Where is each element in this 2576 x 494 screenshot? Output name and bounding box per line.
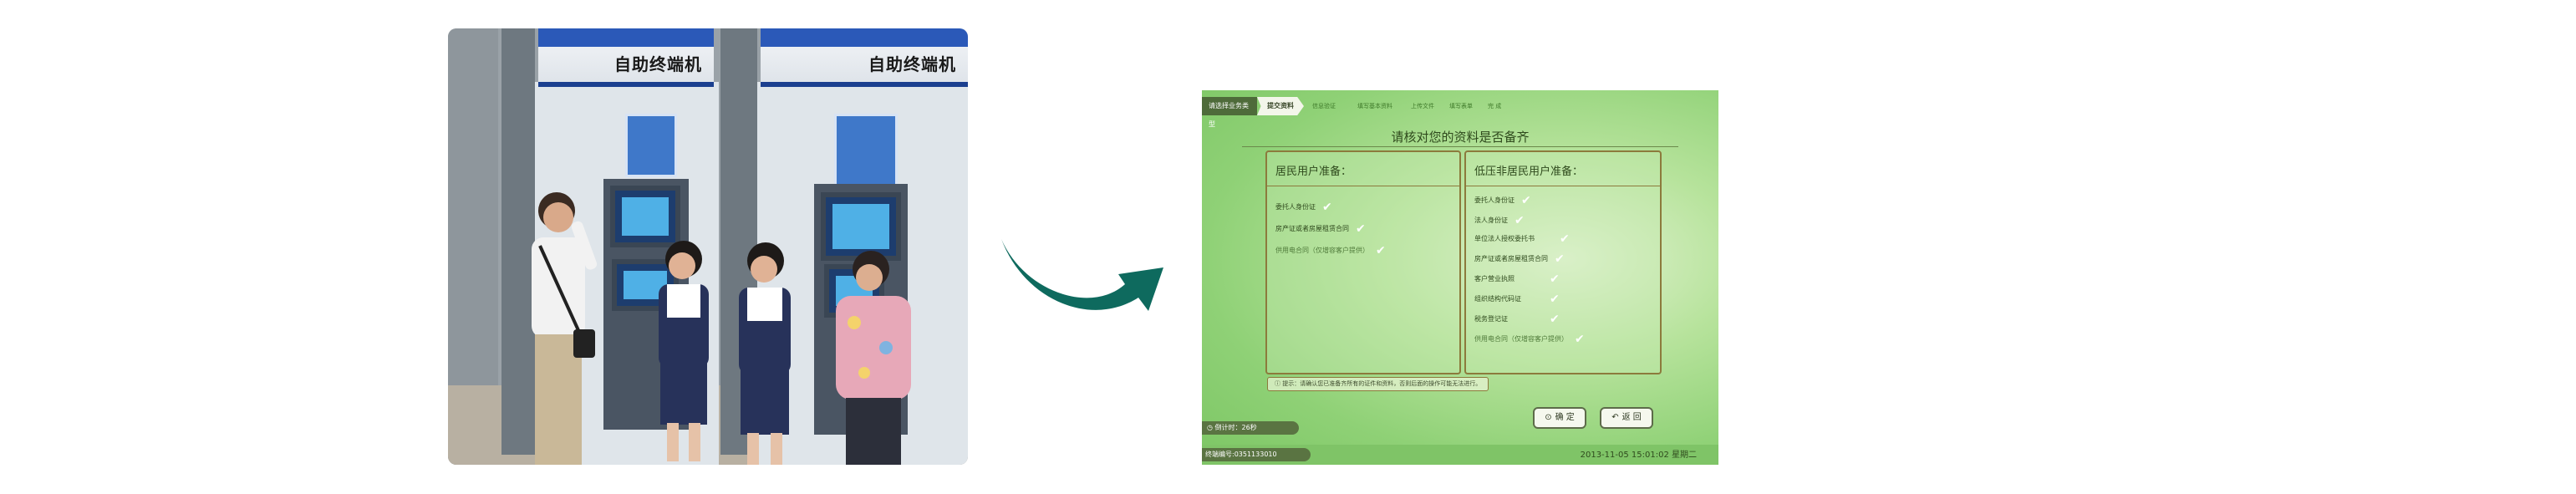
check-icon: ✔ bbox=[1550, 272, 1560, 286]
check-icon: ✔ bbox=[1521, 194, 1531, 207]
list-item: 组织结构代码证 ✔ bbox=[1474, 293, 1560, 306]
step-verify: 信息验证 bbox=[1312, 103, 1336, 109]
check-icon: ✔ bbox=[1322, 201, 1332, 214]
step-upload: 上传文件 bbox=[1411, 103, 1434, 109]
list-item: 单位法人授权委托书 ✔ bbox=[1474, 232, 1570, 246]
resident-heading: 居民用户准备： bbox=[1275, 166, 1352, 178]
resident-requirements-box: 居民用户准备： 委托人身份证 ✔ 房产证或者房屋租赁合同 ✔ 供用电合同（仅增容客户… bbox=[1265, 150, 1461, 374]
notice-text: 提示：请确认您已准备齐所有的证件和资料，否则后面的操作可能无法进行。 bbox=[1282, 380, 1482, 387]
notice-banner: ⓘ 提示：请确认您已准备齐所有的证件和资料，否则后面的操作可能无法进行。 bbox=[1267, 377, 1489, 391]
terminal-id: 终端编号:0351133010 bbox=[1202, 448, 1311, 461]
kiosk-sign-left: 自助终端机 bbox=[538, 28, 714, 87]
list-item: 委托人身份证 ✔ bbox=[1275, 201, 1332, 214]
countdown-timer: ◷ 倒计时：26秒 bbox=[1202, 421, 1299, 435]
kiosk-ui-screen: 请选择业务类型 提交资料 信息验证 填写基本资料 上传文件 填写表单 完 成 请… bbox=[1202, 90, 1718, 465]
item-label: 供用电合同（仅增容客户提供） bbox=[1474, 335, 1568, 343]
check-icon: ✔ bbox=[1376, 244, 1386, 257]
item-label: 委托人身份证 bbox=[1275, 203, 1316, 211]
curved-arrow-icon bbox=[1001, 239, 1163, 311]
item-label: 供用电合同（仅增容客户提供） bbox=[1275, 247, 1369, 254]
kiosk-sign-right: 自助终端机 bbox=[761, 28, 968, 87]
step-business-type[interactable]: 请选择业务类型 bbox=[1202, 97, 1257, 128]
person-man bbox=[532, 192, 598, 465]
check-icon: ✔ bbox=[1356, 222, 1366, 236]
list-item: 供用电合同（仅增容客户提供） ✔ bbox=[1275, 244, 1386, 257]
return-arrow-icon: ↶ bbox=[1611, 413, 1619, 422]
info-circle-icon: ⓘ bbox=[1275, 380, 1280, 387]
check-icon: ✔ bbox=[1550, 313, 1560, 326]
check-icon: ✔ bbox=[1555, 252, 1565, 266]
kiosk-poster-left bbox=[625, 114, 677, 177]
countdown-text: 倒计时：26秒 bbox=[1214, 424, 1257, 431]
check-icon: ✔ bbox=[1515, 214, 1525, 227]
resident-box-header: 居民用户准备： bbox=[1267, 152, 1459, 186]
check-icon: ✔ bbox=[1560, 232, 1570, 246]
check-icon: ✔ bbox=[1575, 333, 1585, 346]
item-label: 房产证或者房屋租赁合同 bbox=[1275, 225, 1349, 232]
back-label: 返 回 bbox=[1621, 413, 1642, 422]
clock-icon: ◷ bbox=[1207, 424, 1213, 431]
confirm-circle-icon: ⊙ bbox=[1545, 413, 1552, 422]
step-submit-documents[interactable]: 提交资料 bbox=[1257, 97, 1304, 115]
kiosk-sign-left-text: 自助终端机 bbox=[614, 54, 702, 74]
item-label: 法人身份证 bbox=[1474, 216, 1508, 224]
page-title: 请核对您的资料是否备齐 bbox=[1391, 130, 1530, 145]
confirm-button[interactable]: ⊙ 确 定 bbox=[1533, 407, 1586, 429]
datetime: 2013-11-05 15:01:02 星期二 bbox=[1580, 451, 1697, 460]
item-label: 委托人身份证 bbox=[1474, 196, 1515, 204]
item-label: 房产证或者房屋租赁合同 bbox=[1474, 255, 1548, 262]
step-basic-info: 填写基本资料 bbox=[1357, 103, 1392, 109]
non-resident-heading: 低压非居民用户准备： bbox=[1474, 166, 1584, 178]
list-item: 房产证或者房屋租赁合同 ✔ bbox=[1474, 252, 1565, 266]
item-label: 税务登记证 bbox=[1474, 315, 1508, 323]
step-complete: 完 成 bbox=[1488, 103, 1502, 109]
list-item: 税务登记证 ✔ bbox=[1474, 313, 1560, 326]
person-woman-1 bbox=[659, 241, 709, 461]
step-form: 填写表单 bbox=[1449, 103, 1473, 109]
check-icon: ✔ bbox=[1550, 293, 1560, 306]
item-label: 客户营业执照 bbox=[1474, 275, 1515, 283]
non-resident-requirements-box: 低压非居民用户准备： 委托人身份证 ✔ 法人身份证 ✔ 单位法人授权委托书 ✔ 房产证… bbox=[1464, 150, 1662, 374]
person-woman-3 bbox=[836, 251, 911, 465]
item-label: 单位法人授权委托书 bbox=[1474, 235, 1535, 242]
title-divider bbox=[1242, 146, 1678, 147]
list-item: 供用电合同（仅增容客户提供） ✔ bbox=[1474, 333, 1585, 346]
list-item: 客户营业执照 ✔ bbox=[1474, 272, 1560, 286]
kiosk-sign-right-text: 自助终端机 bbox=[868, 54, 956, 74]
non-resident-box-header: 低压非居民用户准备： bbox=[1466, 152, 1660, 186]
back-button[interactable]: ↶ 返 回 bbox=[1600, 407, 1653, 429]
kiosk-poster-right bbox=[834, 114, 898, 187]
list-item: 法人身份证 ✔ bbox=[1474, 214, 1525, 227]
list-item: 房产证或者房屋租赁合同 ✔ bbox=[1275, 222, 1366, 236]
person-woman-2 bbox=[739, 242, 791, 465]
confirm-label: 确 定 bbox=[1555, 413, 1575, 422]
kiosk-photo: 自助终端机 自助终端机 bbox=[448, 28, 968, 465]
item-label: 组织结构代码证 bbox=[1474, 295, 1521, 303]
list-item: 委托人身份证 ✔ bbox=[1474, 194, 1531, 207]
step-progress-bar: 请选择业务类型 提交资料 信息验证 填写基本资料 上传文件 填写表单 完 成 bbox=[1202, 97, 1718, 128]
